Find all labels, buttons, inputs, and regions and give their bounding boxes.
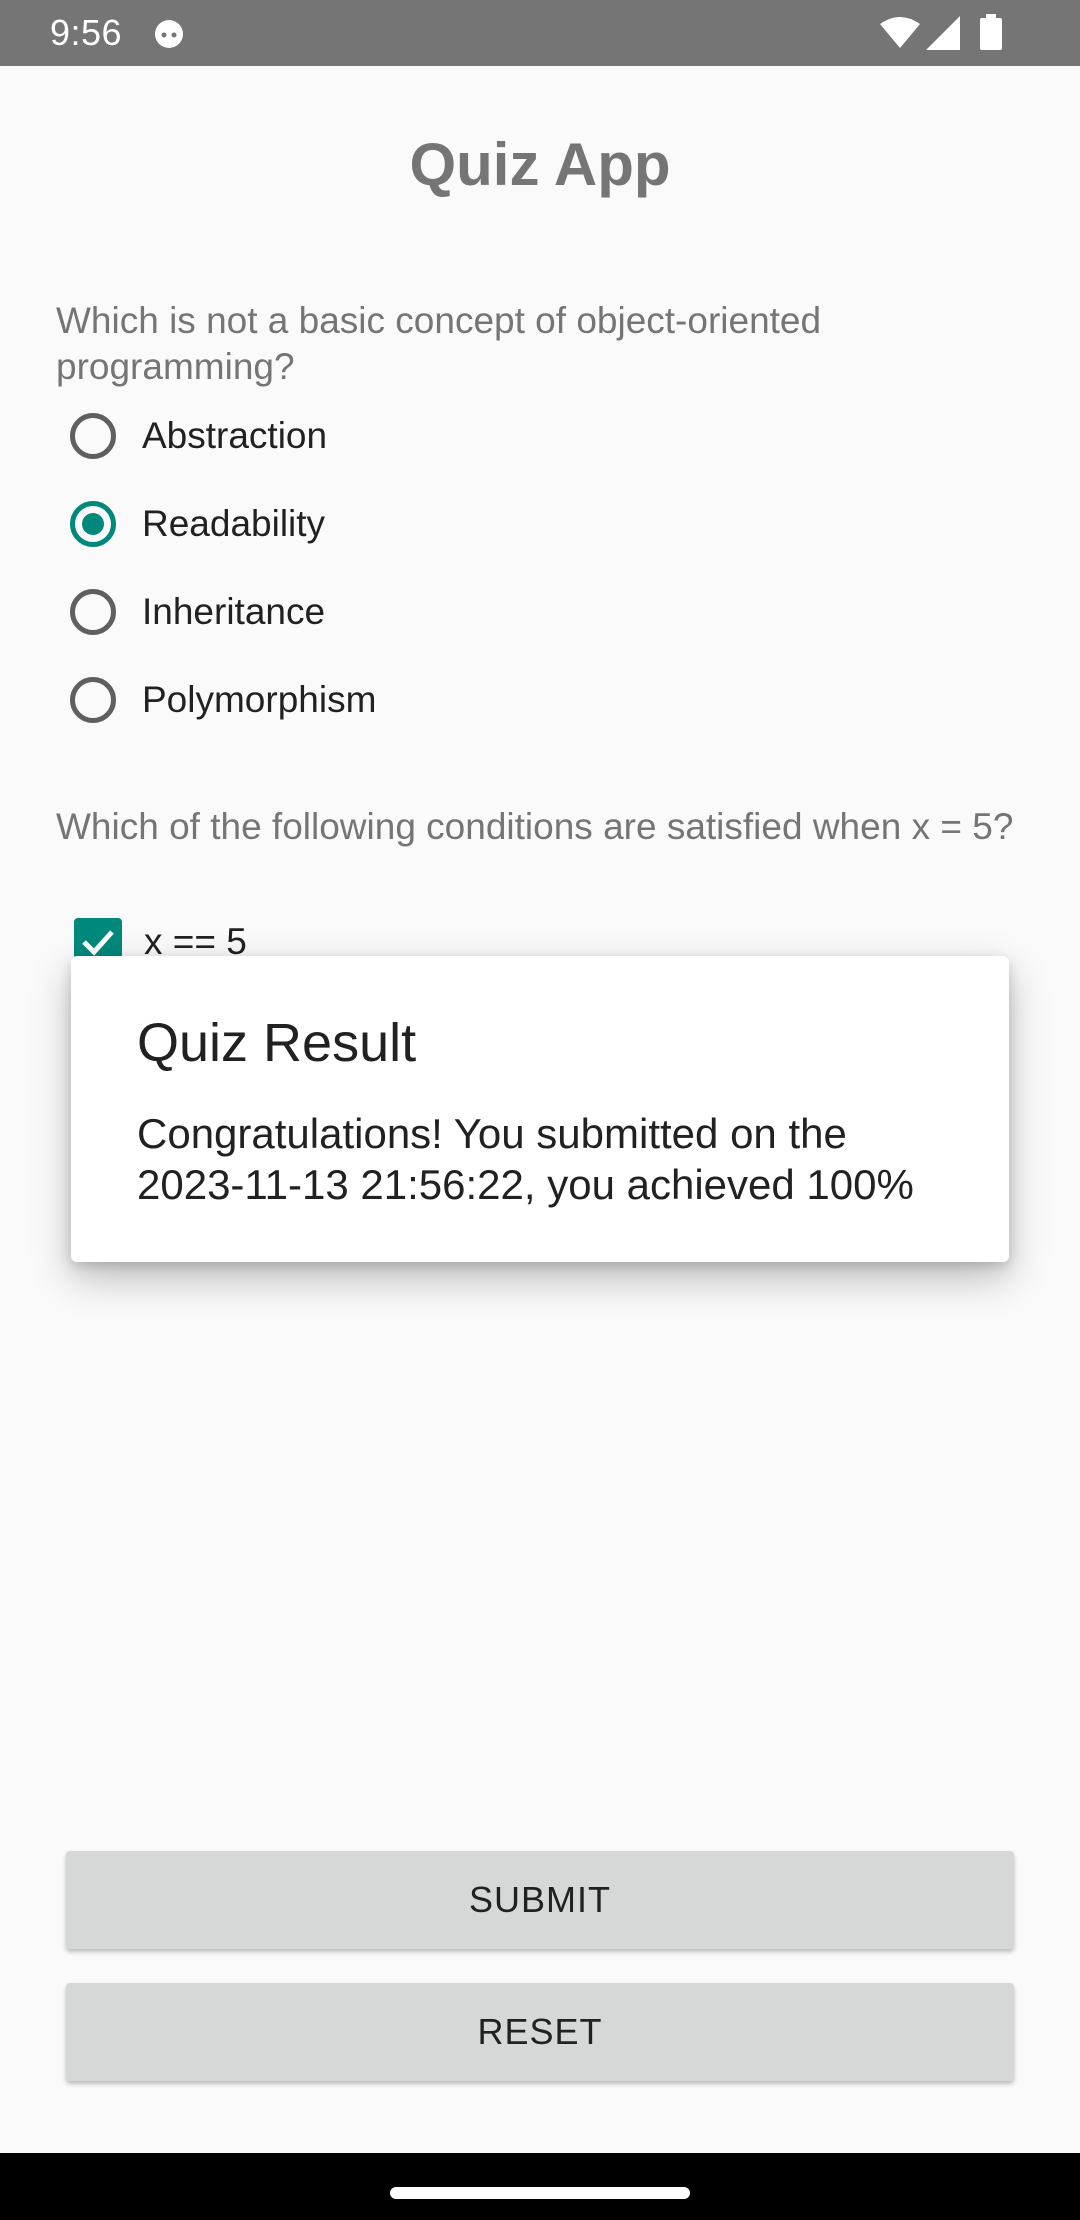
quiz-result-dialog: Quiz Result Congratulations! You submitt…: [71, 956, 1009, 1262]
battery-icon: [980, 14, 1002, 55]
submit-button[interactable]: SUBMIT: [66, 1851, 1014, 1949]
page-title: Quiz App: [409, 131, 671, 198]
option-label: Polymorphism: [142, 679, 377, 720]
dialog-title: Quiz Result: [137, 1013, 417, 1073]
option-inheritance[interactable]: Inheritance: [70, 582, 325, 642]
option-polymorphism[interactable]: Polymorphism: [70, 670, 376, 730]
navigation-bar: [0, 2153, 1080, 2220]
home-handle[interactable]: [390, 2187, 690, 2199]
question-1-text: Which is not a basic concept of object-o…: [56, 300, 822, 387]
option-label: Readability: [142, 503, 326, 544]
option-label: Abstraction: [142, 415, 328, 456]
option-label: Inheritance: [142, 591, 326, 632]
status-time: 9:56: [50, 12, 123, 53]
app-notification-icon: [152, 16, 186, 50]
dialog-message: Congratulations! You submitted on the 20…: [137, 1110, 914, 1208]
signal-icon: [926, 16, 960, 55]
radio-button[interactable]: [70, 589, 116, 635]
radio-button[interactable]: [70, 677, 116, 723]
radio-button-selected[interactable]: [70, 501, 116, 547]
option-abstraction[interactable]: Abstraction: [70, 406, 327, 466]
wifi-icon: [880, 16, 920, 53]
reset-button[interactable]: RESET: [66, 1983, 1014, 2081]
radio-button[interactable]: [70, 413, 116, 459]
question-2-text: Which of the following conditions are sa…: [56, 806, 1014, 847]
option-readability[interactable]: Readability: [70, 494, 325, 554]
status-bar: 9:56: [0, 0, 1080, 66]
